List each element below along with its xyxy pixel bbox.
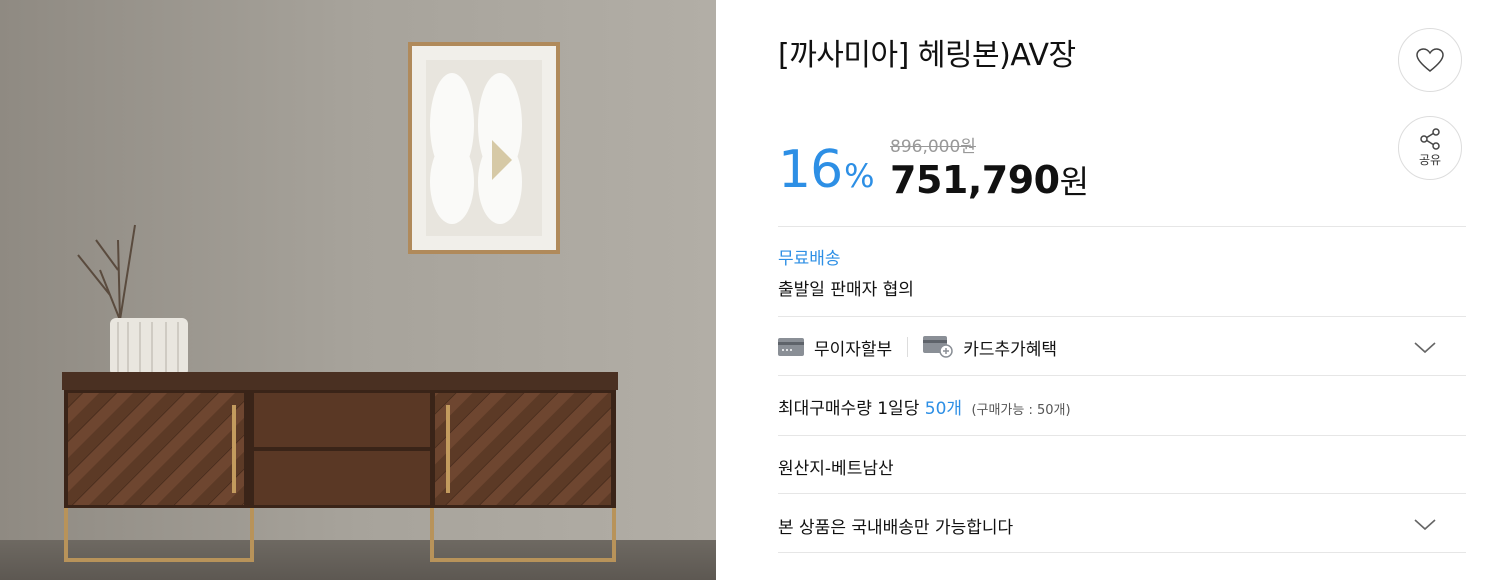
divider xyxy=(778,435,1466,436)
share-button[interactable]: 공유 xyxy=(1398,116,1462,180)
origin-info: 원산지-베트남산 xyxy=(778,459,894,479)
card-benefit-label: 카드추가혜택 xyxy=(963,339,1058,360)
sale-price-value: 751,790 xyxy=(890,158,1060,202)
payment-benefits-row[interactable]: 무이자할부 카드추가혜택 xyxy=(778,332,1466,362)
installment-label: 무이자할부 xyxy=(814,339,893,360)
divider xyxy=(778,375,1466,376)
share-label: 공유 xyxy=(1418,153,1442,167)
product-image xyxy=(0,0,716,580)
chevron-down-icon[interactable] xyxy=(1414,342,1436,354)
divider xyxy=(778,493,1466,494)
credit-card-icon xyxy=(778,338,804,356)
divider xyxy=(778,226,1466,227)
shipping-fee: 무료배송 xyxy=(778,249,841,269)
purchase-available: (구매가능 : 50개) xyxy=(971,403,1071,418)
installment-item[interactable]: 무이자할부 xyxy=(778,335,892,360)
delivery-notice-row[interactable]: 본 상품은 국내배송만 가능합니다 xyxy=(778,512,1466,538)
product-title: [까사미아] 헤링본)AV장 xyxy=(778,38,1076,73)
separator xyxy=(907,337,909,357)
discount-rate: 16% xyxy=(778,140,875,206)
dispatch-info: 출발일 판매자 협의 xyxy=(778,280,914,300)
purchase-limit-label: 최대구매수량 1일당 xyxy=(778,399,920,419)
sale-price: 751,790원 xyxy=(890,156,1089,206)
card-plus-icon xyxy=(923,336,953,358)
product-info-panel: [까사미아] 헤링본)AV장 공유 16% 896,000원 751,790원 … xyxy=(778,0,1468,580)
card-benefit-item[interactable]: 카드추가혜택 xyxy=(923,335,1057,360)
divider xyxy=(778,316,1466,317)
wishlist-button[interactable] xyxy=(1398,28,1462,92)
original-price: 896,000원 xyxy=(890,137,976,157)
purchase-limit-qty: 50개 xyxy=(924,399,963,419)
purchase-limit: 최대구매수량 1일당 50개 (구매가능 : 50개) xyxy=(778,394,1466,419)
share-icon xyxy=(1420,128,1440,150)
product-photo-illustration xyxy=(0,0,716,580)
chevron-down-icon[interactable] xyxy=(1414,519,1436,531)
discount-unit: % xyxy=(844,157,874,195)
sale-price-currency: 원 xyxy=(1059,163,1089,201)
discount-value: 16 xyxy=(778,140,843,200)
divider xyxy=(778,552,1466,553)
heart-icon xyxy=(1416,48,1444,72)
delivery-notice: 본 상품은 국내배송만 가능합니다 xyxy=(778,517,1014,538)
